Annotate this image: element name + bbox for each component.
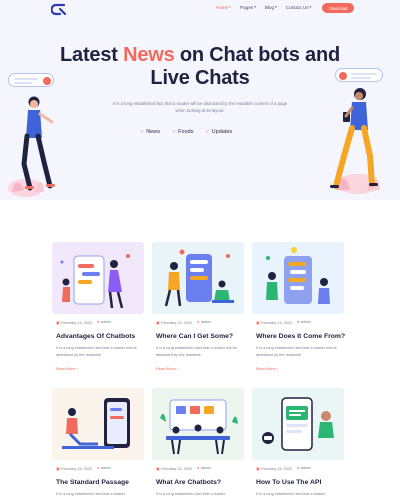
calendar-icon: ▣ bbox=[156, 321, 160, 325]
post-meta: ▣ February 24, 2020 ● admin bbox=[156, 320, 211, 325]
user-icon: ● bbox=[297, 320, 300, 324]
user-icon: ● bbox=[297, 466, 300, 470]
hero-title: Latest News on Chat bots and Live Chats bbox=[60, 44, 341, 89]
arrow-right-icon: › bbox=[76, 366, 79, 371]
calendar-icon: ▣ bbox=[256, 321, 260, 325]
post-author[interactable]: ● admin bbox=[197, 466, 211, 471]
menu-item-blog[interactable]: Blog ▾ bbox=[265, 5, 277, 10]
person-illustration-right bbox=[330, 88, 380, 194]
menu-item-contact[interactable]: Contact Us ▾ bbox=[286, 5, 312, 10]
post-image[interactable] bbox=[152, 242, 244, 314]
chevron-down-icon: ▾ bbox=[309, 4, 312, 9]
post-author[interactable]: ● admin bbox=[297, 466, 311, 471]
user-icon: ● bbox=[97, 320, 100, 324]
menu-item-label: Pages bbox=[240, 5, 254, 10]
avatar bbox=[43, 77, 51, 85]
chevron-down-icon: ▾ bbox=[229, 4, 232, 9]
post-author[interactable]: ● admin bbox=[97, 466, 111, 471]
post-excerpt: It is a long established fact that a rea… bbox=[156, 345, 237, 357]
read-more-link[interactable]: Read More › bbox=[156, 366, 178, 371]
post-excerpt: It is a long established fact that a rea… bbox=[256, 491, 325, 496]
menu-item-home[interactable]: Home ▾ bbox=[216, 5, 231, 10]
post-image[interactable] bbox=[152, 388, 244, 460]
post-meta: ▣ February 24, 2020 ● admin bbox=[256, 466, 311, 471]
post-image[interactable] bbox=[252, 388, 344, 460]
post-meta: ▣ February 24, 2020 ● admin bbox=[56, 320, 111, 325]
post-excerpt: It is a long established fact that a rea… bbox=[256, 345, 337, 357]
chevron-down-icon: ▾ bbox=[254, 4, 256, 9]
arrow-right-icon: › bbox=[176, 366, 179, 371]
chevron-down-icon: ▾ bbox=[275, 4, 277, 9]
menu-item-pages[interactable]: Pages ▾ bbox=[240, 5, 256, 10]
post-title[interactable]: What Are Chatbots? bbox=[156, 479, 221, 486]
main-menu: Home ▾ Pages ▾ Blog ▾ Contact Us ▾ bbox=[216, 5, 311, 10]
person-illustration-left bbox=[8, 96, 55, 197]
post-title[interactable]: Where Does It Come From? bbox=[256, 333, 345, 340]
calendar-icon: ▣ bbox=[56, 467, 60, 471]
post-excerpt: It is a long established fact that a rea… bbox=[56, 491, 125, 496]
user-icon: ● bbox=[97, 466, 100, 470]
post-date: ▣ February 24, 2020 bbox=[256, 467, 293, 471]
hero-section: Latest News on Chat bots and Live Chats … bbox=[0, 18, 400, 200]
post-date: ▣ February 24, 2020 bbox=[156, 321, 193, 325]
post-meta: ▣ February 24, 2020 ● admin bbox=[56, 466, 111, 471]
user-icon: ● bbox=[197, 320, 200, 324]
hero-description: It is a long established fact that a rea… bbox=[112, 101, 288, 113]
calendar-icon: ▣ bbox=[56, 321, 60, 325]
tag-updates: ✓ Updates bbox=[205, 129, 233, 135]
read-more-link[interactable]: Read More › bbox=[256, 366, 278, 371]
post-author[interactable]: ● admin bbox=[97, 320, 111, 325]
hero-tags: ✓ News ✓ Foods ✓ Updates bbox=[140, 129, 232, 135]
tag-news: ✓ News bbox=[140, 129, 160, 135]
avatar bbox=[339, 72, 347, 80]
post-excerpt: It is a long established fact that a rea… bbox=[156, 491, 225, 496]
read-more-link[interactable]: Read More › bbox=[56, 366, 78, 371]
post-meta: ▣ February 24, 2020 ● admin bbox=[156, 466, 211, 471]
top-nav: Home ▾ Pages ▾ Blog ▾ Contact Us ▾ Downl… bbox=[0, 0, 400, 18]
check-icon: ✓ bbox=[205, 129, 210, 135]
menu-item-label: Contact Us bbox=[285, 5, 309, 10]
calendar-icon: ▣ bbox=[256, 467, 260, 471]
post-title[interactable]: How To Use The API bbox=[256, 479, 321, 486]
post-image[interactable] bbox=[252, 242, 344, 314]
menu-item-label: Blog bbox=[264, 5, 275, 10]
arrow-right-icon: › bbox=[276, 366, 279, 371]
logo-icon[interactable] bbox=[51, 3, 69, 16]
chat-bubble-right bbox=[335, 68, 383, 82]
post-image[interactable] bbox=[52, 388, 144, 460]
tag-foods: ✓ Foods bbox=[171, 129, 194, 135]
post-author[interactable]: ● admin bbox=[197, 320, 211, 325]
calendar-icon: ▣ bbox=[156, 467, 160, 471]
download-button[interactable]: Download bbox=[322, 3, 354, 13]
post-date: ▣ February 24, 2020 bbox=[156, 467, 193, 471]
post-title[interactable]: The Standard Passage bbox=[56, 479, 129, 486]
check-icon: ✓ bbox=[171, 129, 177, 135]
post-date: ▣ February 24, 2020 bbox=[56, 467, 93, 471]
post-image[interactable] bbox=[52, 242, 144, 314]
user-icon: ● bbox=[197, 466, 200, 470]
post-title[interactable]: Where Can I Get Some? bbox=[156, 333, 233, 340]
chat-bubble-left bbox=[8, 73, 54, 87]
post-date: ▣ February 24, 2020 bbox=[56, 321, 93, 325]
menu-item-label: Home bbox=[216, 5, 229, 10]
post-title[interactable]: Advantages Of Chatbots bbox=[56, 333, 135, 340]
check-icon: ✓ bbox=[140, 129, 145, 135]
post-author[interactable]: ● admin bbox=[297, 320, 311, 325]
post-date: ▣ February 24, 2020 bbox=[256, 321, 293, 325]
post-meta: ▣ February 24, 2020 ● admin bbox=[256, 320, 311, 325]
post-excerpt: It is a long established fact that a rea… bbox=[56, 345, 137, 357]
